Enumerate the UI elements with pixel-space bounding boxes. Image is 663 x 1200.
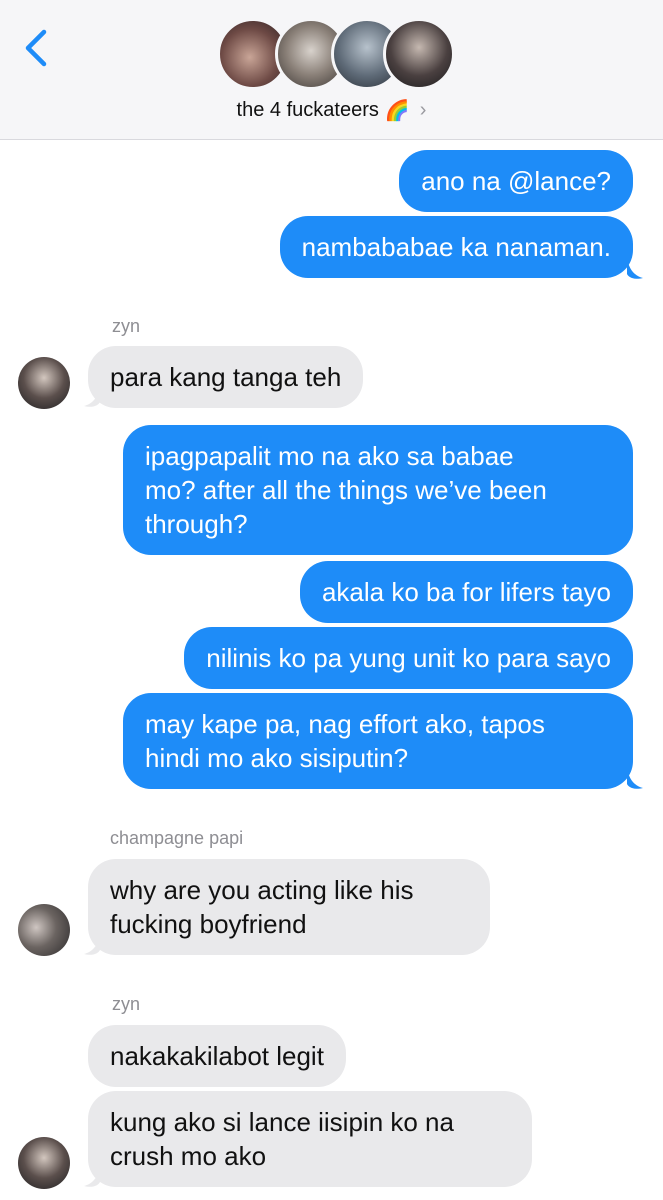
group-name: the 4 fuckateers bbox=[236, 98, 379, 121]
message-text: nakakakilabot legit bbox=[110, 1041, 324, 1071]
chevron-left-icon bbox=[25, 29, 47, 67]
group-avatars[interactable] bbox=[217, 18, 455, 90]
bubble-tail bbox=[627, 768, 643, 789]
message-text: para kang tanga teh bbox=[110, 362, 342, 392]
sender-name: champagne papi bbox=[110, 828, 244, 848]
message-text: nambababae ka nanaman. bbox=[301, 232, 611, 262]
message-text: akala ko ba for lifers tayo bbox=[321, 577, 611, 607]
message-line: may kape pa, nag effort ako, tapos bbox=[145, 709, 545, 739]
incoming-message[interactable]: why are you acting like his fucking boyf… bbox=[88, 859, 490, 955]
message-line: why are you acting like his bbox=[110, 875, 414, 905]
message-line: kung ako si lance iisipin ko na bbox=[110, 1107, 454, 1137]
sender-avatar[interactable] bbox=[18, 357, 70, 409]
message-line: crush mo ako bbox=[110, 1141, 267, 1171]
message-line: fucking boyfriend bbox=[110, 909, 307, 939]
outgoing-message[interactable]: may kape pa, nag effort ako, tapos hindi… bbox=[123, 693, 633, 789]
sender-name: zyn bbox=[112, 994, 141, 1014]
sender-avatar[interactable] bbox=[18, 1137, 70, 1189]
group-title[interactable]: the 4 fuckateers 🌈 › bbox=[0, 96, 663, 124]
outgoing-message[interactable]: ipagpapalit mo na ako sa babae mo? after… bbox=[123, 425, 633, 555]
chevron-right-icon: › bbox=[419, 98, 427, 121]
message-text: nilinis ko pa yung unit ko para sayo bbox=[206, 643, 611, 673]
message-line: ipagpapalit mo na ako sa babae bbox=[145, 441, 514, 471]
sender-avatar[interactable] bbox=[18, 904, 70, 956]
outgoing-message[interactable]: akala ko ba for lifers tayo bbox=[299, 561, 633, 623]
message-line: mo? after all the things we’ve been bbox=[145, 475, 547, 505]
chat-header: the 4 fuckateers 🌈 › bbox=[0, 0, 663, 140]
bubble-tail bbox=[627, 258, 643, 279]
incoming-message[interactable]: nakakakilabot legit bbox=[88, 1025, 346, 1087]
outgoing-message[interactable]: nambababae ka nanaman. bbox=[279, 216, 633, 278]
incoming-message[interactable]: para kang tanga teh bbox=[88, 346, 364, 408]
message-text: ano na @lance? bbox=[421, 166, 611, 196]
message-line: through? bbox=[145, 509, 248, 539]
incoming-message[interactable]: kung ako si lance iisipin ko na crush mo… bbox=[88, 1091, 532, 1187]
sender-name: zyn bbox=[112, 316, 141, 336]
rainbow-emoji: 🌈 bbox=[384, 99, 410, 122]
back-button[interactable] bbox=[18, 26, 54, 70]
outgoing-message[interactable]: nilinis ko pa yung unit ko para sayo bbox=[184, 627, 633, 689]
member-avatar bbox=[383, 18, 455, 90]
message-line: hindi mo ako sisiputin? bbox=[145, 743, 409, 773]
outgoing-message[interactable]: ano na @lance? bbox=[399, 150, 633, 212]
